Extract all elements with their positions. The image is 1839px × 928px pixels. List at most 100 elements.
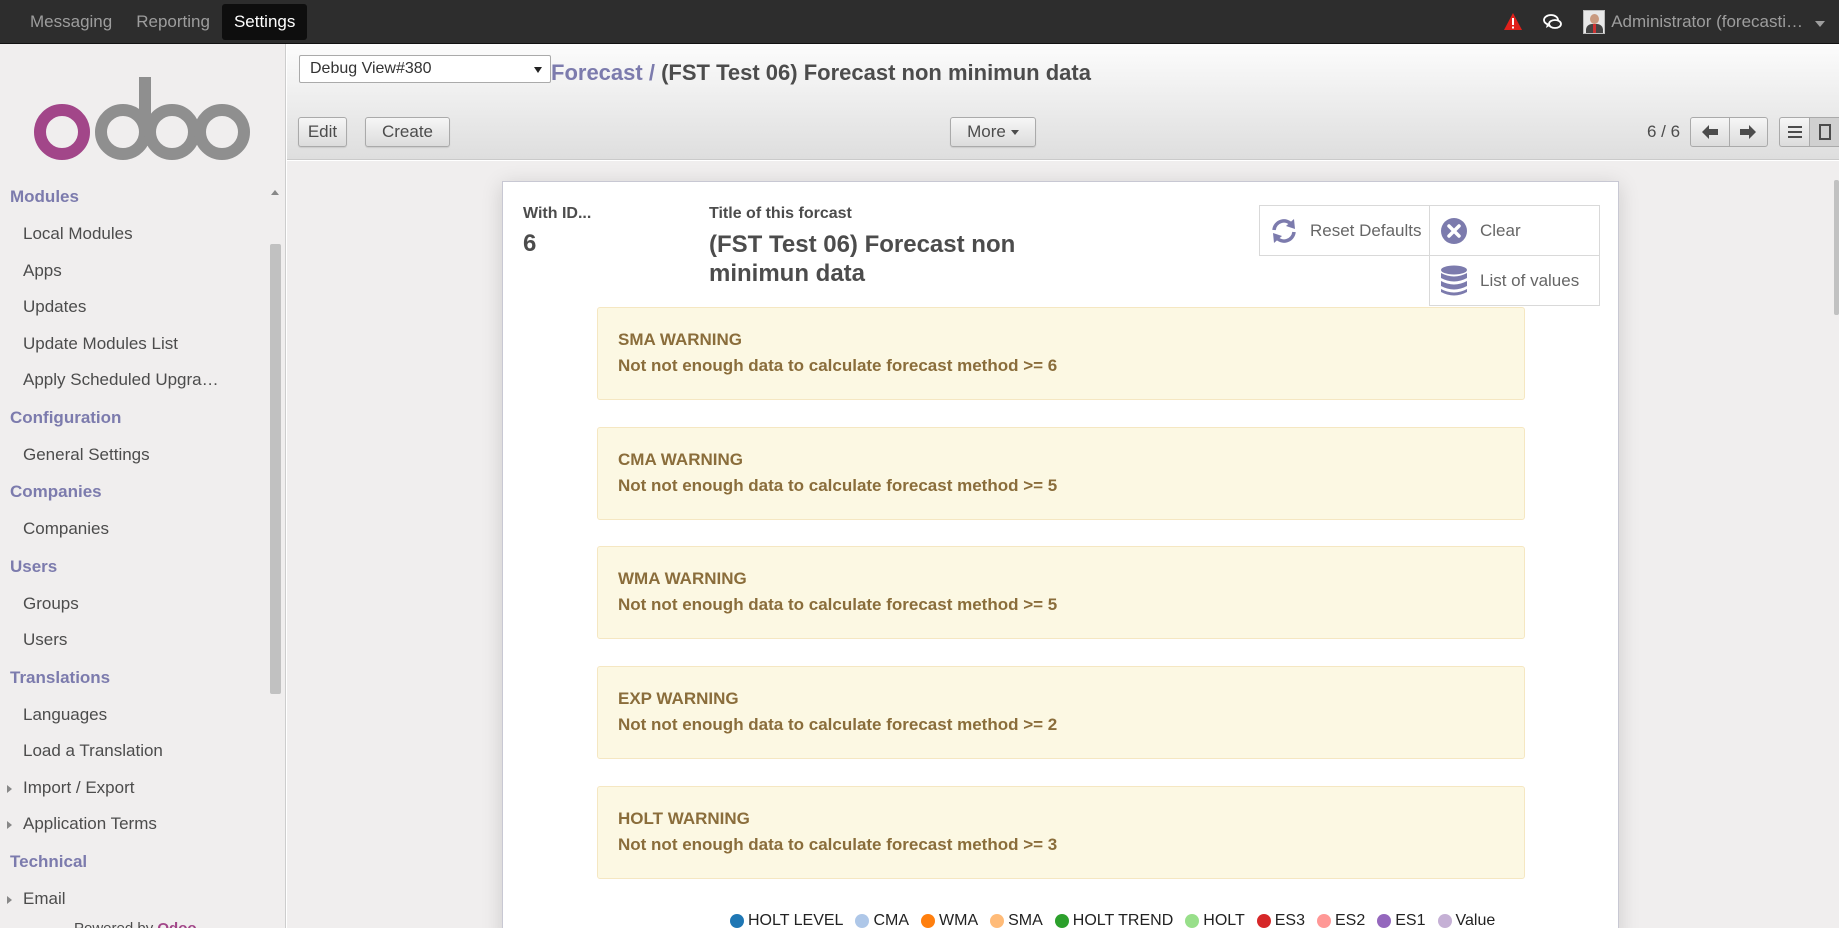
expand-arrow-icon[interactable] xyxy=(7,784,12,793)
legend-item-es3[interactable]: ES3 xyxy=(1256,912,1305,928)
legend-item-es1[interactable]: ES1 xyxy=(1377,912,1426,928)
sidebar-item-email[interactable]: Email xyxy=(0,881,266,918)
sidebar-item-import-export[interactable]: Import / Export xyxy=(0,770,266,807)
sidebar-item-label: Application Terms xyxy=(23,814,157,833)
title-label: Title of this forcast xyxy=(709,205,852,222)
expand-arrow-icon[interactable] xyxy=(7,821,12,829)
title-value: (FST Test 06) Forecast non minimun data xyxy=(709,231,1016,287)
list-view-button[interactable] xyxy=(1780,118,1809,146)
legend-label: CMA xyxy=(873,912,910,928)
sidebar-item-apply-scheduled-upgrades[interactable]: Apply Scheduled Upgra… xyxy=(0,362,266,399)
warning-message: Not not enough data to calculate forecas… xyxy=(618,835,1058,854)
breadcrumb-forecast[interactable]: Forecast xyxy=(551,60,643,85)
sidebar-item-companies[interactable]: Companies xyxy=(0,511,266,548)
pager-next-button[interactable] xyxy=(1728,118,1767,146)
main-scrollbar-thumb[interactable] xyxy=(1834,180,1839,315)
legend-dot xyxy=(1377,914,1392,928)
menu-messaging[interactable]: Messaging xyxy=(18,4,124,40)
list-of-values-button[interactable]: List of values xyxy=(1429,255,1600,306)
section-technical: Technical xyxy=(10,851,88,871)
edit-button[interactable]: Edit xyxy=(298,117,347,147)
form-view-button[interactable] xyxy=(1809,118,1839,146)
list-icon xyxy=(1787,126,1802,138)
warning-message: Not not enough data to calculate forecas… xyxy=(618,476,1058,495)
sidebar-item-groups[interactable]: Groups xyxy=(0,586,266,623)
sidebar-item-general-settings[interactable]: General Settings xyxy=(0,437,266,474)
breadcrumb: Forecast / (FST Test 06) Forecast non mi… xyxy=(551,60,1091,86)
sidebar-item-label: Email xyxy=(23,888,66,908)
form-sheet: With ID... 6 Title of this forcast (FST … xyxy=(502,181,1619,928)
pager-buttons xyxy=(1690,117,1768,147)
sidebar-item-updates[interactable]: Updates xyxy=(0,289,266,326)
section-translations: Translations xyxy=(10,667,111,687)
user-name[interactable]: Administrator (forecasti… xyxy=(1611,12,1803,32)
legend-label: SMA xyxy=(1008,912,1043,928)
menu-reporting[interactable]: Reporting xyxy=(124,4,222,40)
view-switcher xyxy=(1779,117,1839,147)
legend-item-sma[interactable]: SMA xyxy=(990,912,1043,928)
legend-item-wma[interactable]: WMA xyxy=(921,912,978,928)
close-circle-icon xyxy=(1441,217,1467,244)
breadcrumb-separator: / xyxy=(648,60,655,85)
refresh-icon xyxy=(1272,218,1296,243)
legend-item-es2[interactable]: ES2 xyxy=(1317,912,1365,928)
legend-dot xyxy=(1317,914,1331,928)
menu-settings[interactable]: Settings xyxy=(221,4,308,40)
legend-label: HOLT LEVEL xyxy=(748,912,844,928)
scrollbar-thumb[interactable] xyxy=(270,244,281,694)
sidebar-item-application-terms[interactable]: Application Terms xyxy=(0,806,266,843)
warning-title: SMA WARNING xyxy=(618,330,743,349)
section-modules: Modules xyxy=(10,187,79,206)
warning-message: Not not enough data to calculate forecas… xyxy=(618,356,1058,375)
warning-icon[interactable] xyxy=(1503,12,1523,32)
chevron-down-icon[interactable] xyxy=(1815,20,1825,27)
chart-legend: HOLT LEVEL CMA WMA SMA HOLT TREND HOLT E… xyxy=(730,912,1507,928)
wma-warning-alert: WMA WARNING Not not enough data to calcu… xyxy=(597,546,1525,639)
sidebar-item-local-modules[interactable]: Local Modules xyxy=(0,216,266,253)
form-content-area: With ID... 6 Title of this forcast (FST … xyxy=(287,161,1839,928)
pager-previous-button[interactable] xyxy=(1691,118,1729,146)
database-icon xyxy=(1441,265,1467,295)
sidebar-item-apps[interactable]: Apps xyxy=(0,253,266,290)
more-button[interactable]: More xyxy=(950,117,1036,147)
expand-arrow-icon[interactable] xyxy=(7,895,12,904)
form-icon xyxy=(1818,124,1831,140)
powered-by: Powered by Odoo xyxy=(74,920,197,928)
sidebar-item-users[interactable]: Users xyxy=(0,622,266,659)
top-navbar: Messaging Reporting Settings Administrat… xyxy=(0,0,1839,44)
legend-dot xyxy=(921,914,936,928)
create-button[interactable]: Create xyxy=(365,117,450,147)
legend-item-holt-level[interactable]: HOLT LEVEL xyxy=(730,912,843,928)
legend-item-holt-trend[interactable]: HOLT TREND xyxy=(1054,912,1174,928)
clear-button[interactable]: Clear xyxy=(1429,205,1600,256)
warning-title: CMA WARNING xyxy=(618,450,743,469)
sidebar-item-languages[interactable]: Languages xyxy=(0,697,266,734)
legend-item-cma[interactable]: CMA xyxy=(855,912,909,928)
reset-defaults-button[interactable]: Reset Defaults xyxy=(1259,205,1430,256)
legend-dot xyxy=(855,914,870,928)
odoo-logo[interactable] xyxy=(32,72,252,162)
warning-title: WMA WARNING xyxy=(618,569,747,588)
breadcrumb-current: (FST Test 06) Forecast non minimun data xyxy=(661,60,1091,85)
arrow-right-icon xyxy=(1740,125,1757,139)
pager-counter[interactable]: 6 / 6 xyxy=(1647,122,1680,142)
user-area: Administrator (forecasti… xyxy=(1503,0,1825,44)
legend-item-holt[interactable]: HOLT xyxy=(1185,912,1245,928)
sidebar-scrollbar[interactable] xyxy=(267,186,283,928)
sidebar-item-label: Import / Export xyxy=(23,777,135,797)
scroll-up-icon[interactable] xyxy=(271,190,279,195)
section-users: Users xyxy=(10,556,58,576)
control-panel: Debug View#380 Forecast / (FST Test 06) … xyxy=(287,44,1839,160)
avatar[interactable] xyxy=(1583,10,1606,34)
powered-by-brand[interactable]: Odoo xyxy=(157,920,196,928)
more-label: More xyxy=(967,122,1006,141)
arrow-left-icon xyxy=(1701,125,1718,139)
legend-label: HOLT TREND xyxy=(1072,912,1174,928)
section-configuration: Configuration xyxy=(10,407,122,427)
chat-icon[interactable] xyxy=(1543,12,1563,32)
list-of-values-label: List of values xyxy=(1480,270,1580,290)
debug-view-select[interactable]: Debug View#380 xyxy=(299,55,551,83)
sidebar-item-load-translation[interactable]: Load a Translation xyxy=(0,733,266,770)
legend-item-value[interactable]: Value xyxy=(1437,912,1495,928)
sidebar-item-update-modules-list[interactable]: Update Modules List xyxy=(0,326,266,363)
